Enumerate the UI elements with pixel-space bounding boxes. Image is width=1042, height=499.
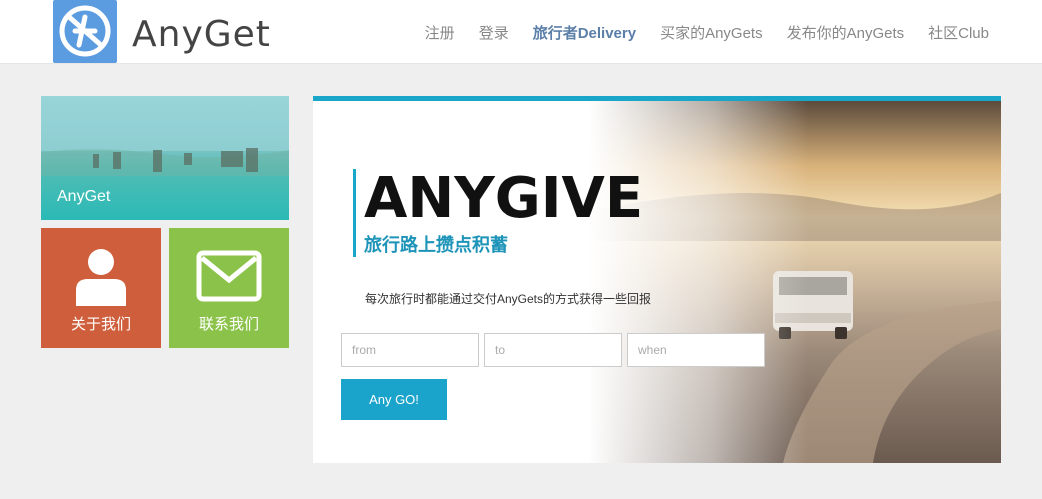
nav-register[interactable]: 注册 bbox=[425, 22, 455, 43]
to-input[interactable] bbox=[484, 333, 622, 367]
main-nav: 注册 登录 旅行者Delivery 买家的AnyGets 发布你的AnyGets… bbox=[425, 22, 989, 43]
trip-search-form bbox=[341, 333, 765, 367]
hero-description: 每次旅行时都能通过交付AnyGets的方式获得一些回报 bbox=[365, 292, 652, 306]
about-us-label: 关于我们 bbox=[70, 316, 131, 333]
nav-community-club[interactable]: 社区Club bbox=[928, 22, 989, 43]
header: AnyGet 注册 登录 旅行者Delivery 买家的AnyGets 发布你的… bbox=[0, 0, 1042, 64]
nav-login[interactable]: 登录 bbox=[479, 22, 509, 43]
when-input[interactable] bbox=[627, 333, 765, 367]
nav-traveler-delivery[interactable]: 旅行者Delivery bbox=[533, 22, 636, 43]
user-icon bbox=[76, 249, 126, 306]
any-go-button[interactable]: Any GO! bbox=[341, 379, 447, 420]
brand-name[interactable]: AnyGet bbox=[132, 14, 271, 55]
contact-us-label: 联系我们 bbox=[198, 316, 259, 333]
nav-post-anygets[interactable]: 发布你的AnyGets bbox=[787, 22, 905, 43]
banner-label: AnyGet bbox=[57, 188, 111, 205]
hero-title-block: ANYGIVE 旅行路上攒点积蓄 bbox=[353, 169, 643, 257]
contact-us-tile[interactable]: 联系我们 bbox=[169, 228, 289, 348]
nav-buyer-anygets[interactable]: 买家的AnyGets bbox=[660, 22, 763, 43]
from-input[interactable] bbox=[341, 333, 479, 367]
hero-subtitle: 旅行路上攒点积蓄 bbox=[364, 235, 508, 255]
about-us-tile[interactable]: 关于我们 bbox=[41, 228, 161, 348]
anyget-logo-icon[interactable] bbox=[53, 0, 117, 63]
hero-panel: ANYGIVE 旅行路上攒点积蓄 每次旅行时都能通过交付AnyGets的方式获得… bbox=[313, 96, 1001, 463]
anyget-banner-tile[interactable]: AnyGet bbox=[41, 96, 289, 220]
hero-title: ANYGIVE bbox=[364, 166, 644, 231]
envelope-icon bbox=[196, 250, 262, 302]
